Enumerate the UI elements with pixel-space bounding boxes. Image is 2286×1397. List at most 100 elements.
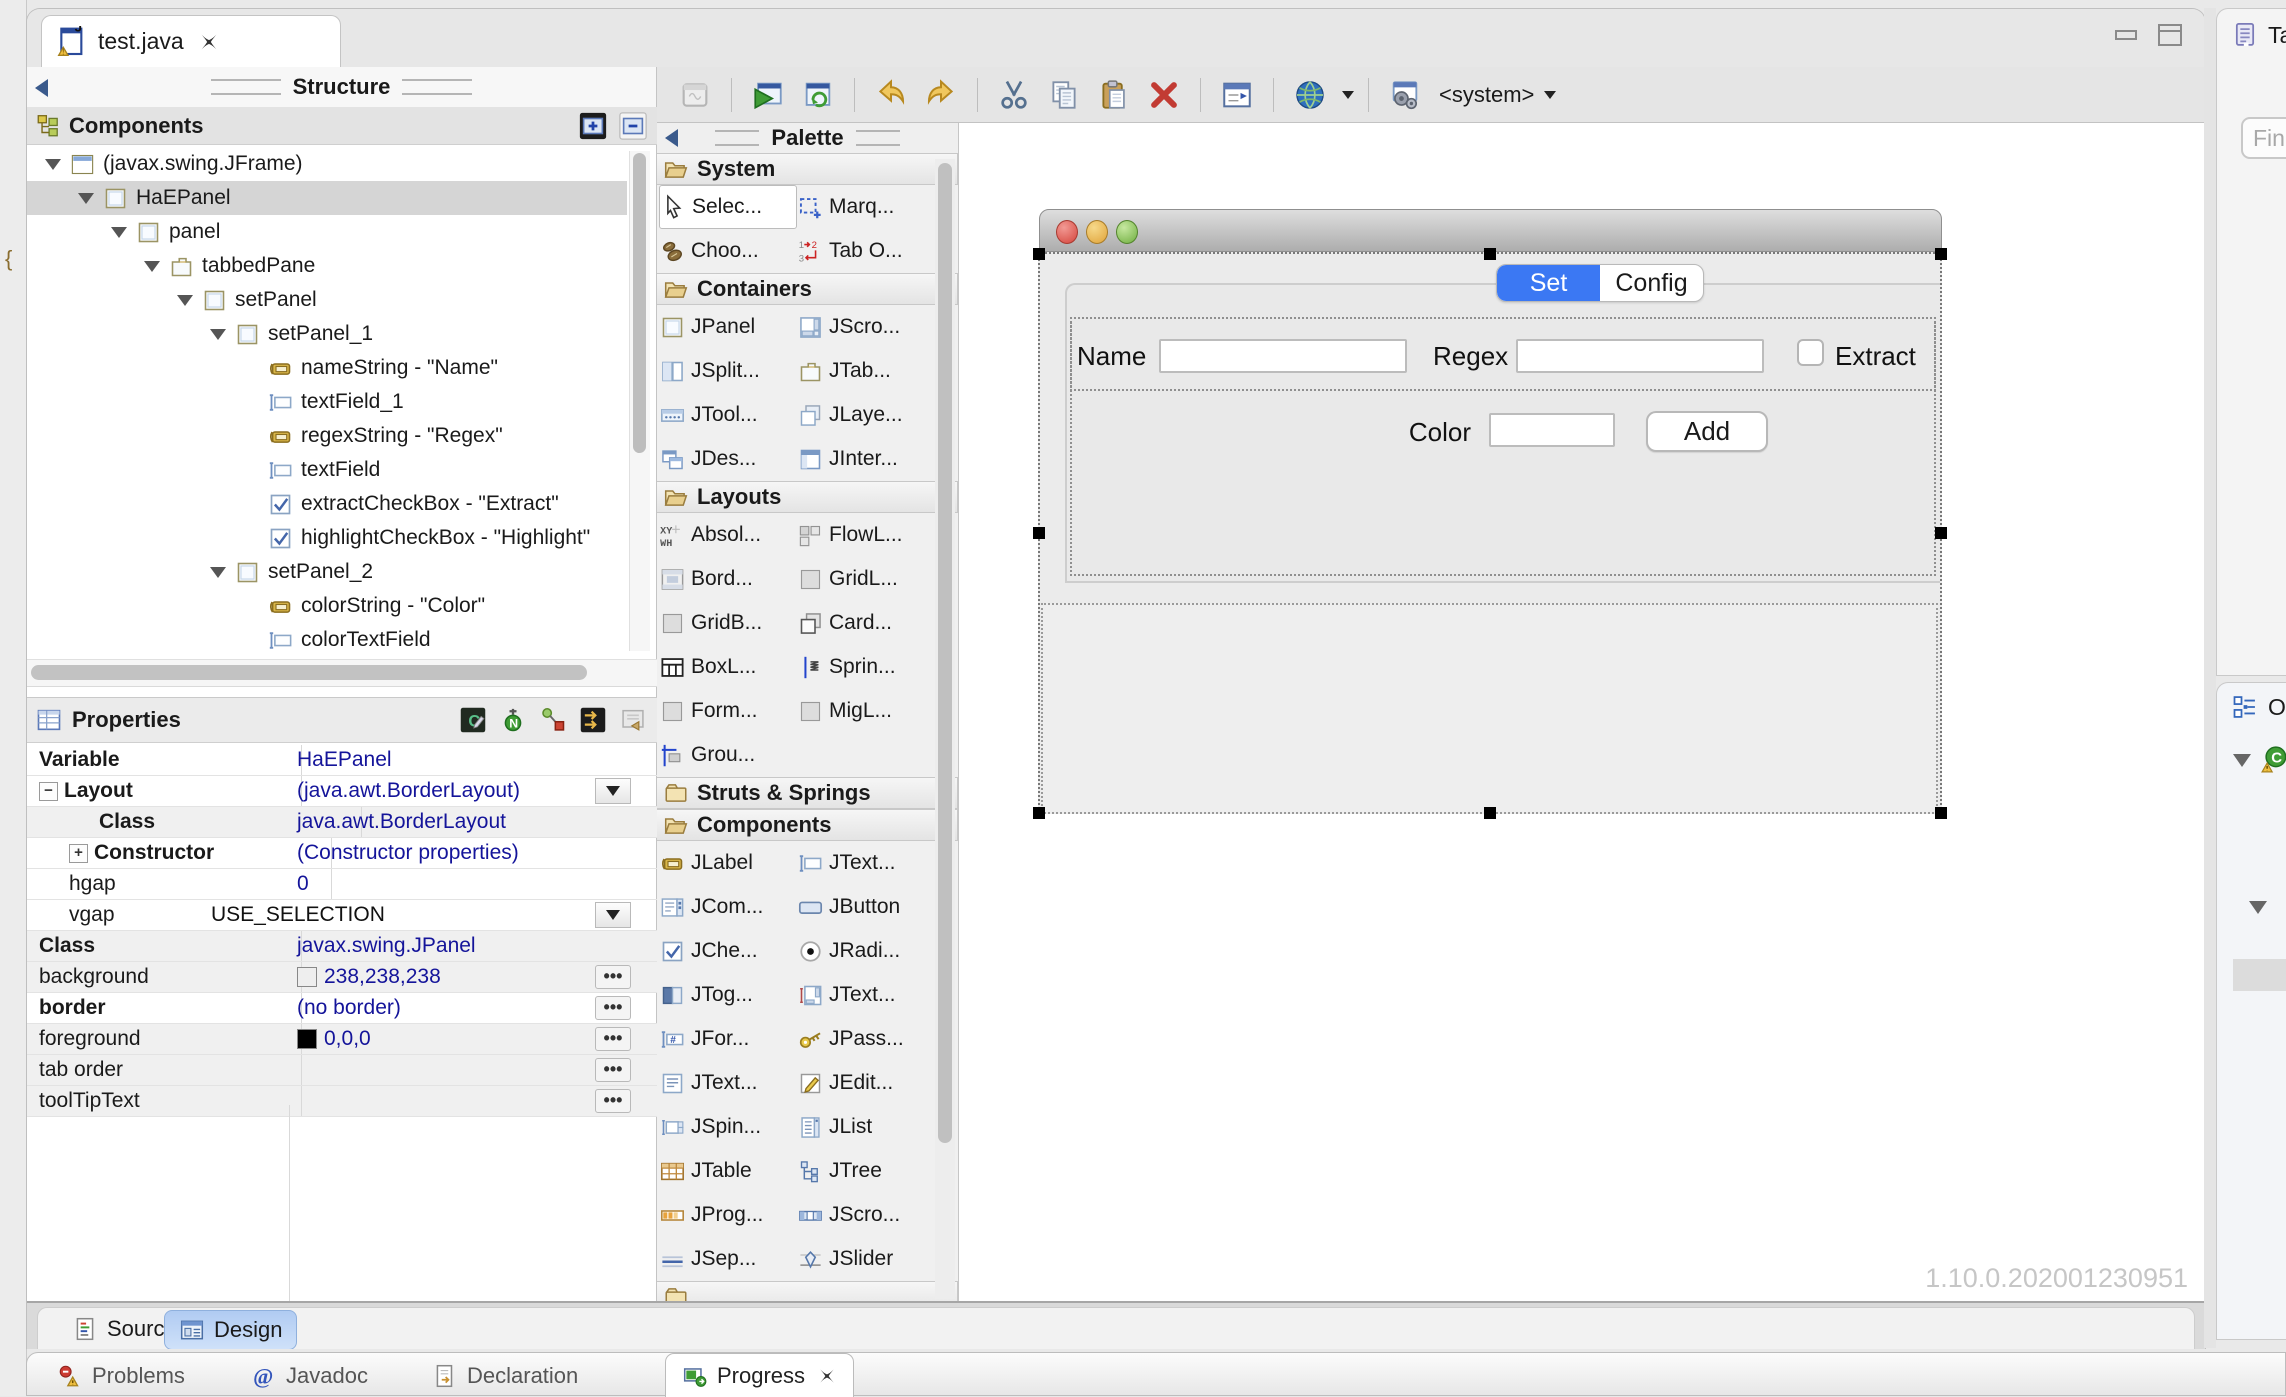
property-row[interactable]: Classjavax.swing.JPanel <box>27 931 657 962</box>
scrollbar-thumb[interactable] <box>938 163 952 1143</box>
palette-item[interactable]: Marq... <box>797 185 935 229</box>
palette-item[interactable]: XYWHAbsol... <box>659 513 797 557</box>
collapse-icon[interactable]: − <box>39 782 58 801</box>
property-row[interactable]: Classjava.awt.BorderLayout <box>27 807 657 838</box>
palette-item[interactable]: JTable <box>659 1149 797 1193</box>
palette-item[interactable]: JTab... <box>797 349 935 393</box>
ellipsis-button[interactable]: ••• <box>595 965 631 989</box>
copy-button[interactable] <box>1042 73 1086 117</box>
tab-set[interactable]: Set <box>1497 265 1600 301</box>
palette-section-header[interactable]: Struts & Springs <box>657 777 958 809</box>
palette-item[interactable]: JEdit... <box>797 1061 935 1105</box>
palette-item[interactable]: JPanel <box>659 305 797 349</box>
expand-icon[interactable]: + <box>69 844 88 863</box>
palette-item[interactable]: JSep... <box>659 1237 797 1281</box>
drag-grip[interactable] <box>402 79 472 95</box>
palette-item[interactable]: JList <box>797 1105 935 1149</box>
refresh-button[interactable] <box>796 73 840 117</box>
palette-item[interactable]: Card... <box>797 601 935 645</box>
property-value[interactable]: java.awt.BorderLayout <box>289 807 597 837</box>
expander-icon[interactable] <box>78 193 94 204</box>
property-value[interactable]: 0 <box>289 869 597 899</box>
palette-item[interactable]: Choo... <box>659 229 797 273</box>
palette-item[interactable]: JSpin... <box>659 1105 797 1149</box>
palette-item[interactable]: JTool... <box>659 393 797 437</box>
tree-vertical-scrollbar[interactable] <box>629 151 650 651</box>
view-tab-progress[interactable]: Progress <box>665 1353 854 1397</box>
palette-item[interactable]: JButton <box>797 885 935 929</box>
tree-item[interactable]: HaEPanel <box>27 181 627 215</box>
palette-item[interactable]: FlowL... <box>797 513 935 557</box>
locale-button[interactable] <box>1288 73 1332 117</box>
property-value[interactable] <box>289 1086 597 1116</box>
paste-button[interactable] <box>1092 73 1136 117</box>
palette-item[interactable]: GridL... <box>797 557 935 601</box>
ellipsis-button[interactable]: ••• <box>595 1058 631 1082</box>
look-and-feel-button[interactable] <box>1383 73 1427 117</box>
palette-item[interactable]: JCom... <box>659 885 797 929</box>
show-events-icon[interactable]: C <box>457 705 489 735</box>
palette-section-header[interactable]: System <box>657 153 958 185</box>
tree-item[interactable]: extractCheckBox - "Extract" <box>27 487 627 521</box>
palette-section-header[interactable]: Layouts <box>657 481 958 513</box>
design-canvas[interactable]: Set Config Name Regex Extract Color Add … <box>959 123 2205 1301</box>
chevron-down-icon[interactable] <box>1342 91 1354 99</box>
palette-item[interactable]: Grou... <box>659 733 797 777</box>
close-icon[interactable] <box>817 1366 837 1386</box>
property-value[interactable] <box>289 1055 597 1085</box>
color-input[interactable] <box>1489 413 1615 447</box>
test-dialog-button[interactable] <box>673 73 717 117</box>
property-row[interactable]: −Layout(java.awt.BorderLayout) <box>27 776 657 807</box>
property-row[interactable]: hgap0 <box>27 869 657 900</box>
drag-grip[interactable] <box>856 130 900 146</box>
view-tab-javadoc[interactable]: @Javadoc <box>251 1359 368 1393</box>
maximize-icon[interactable] <box>2155 23 2185 47</box>
property-row[interactable]: toolTipText••• <box>27 1086 657 1117</box>
palette-item[interactable]: GridB... <box>659 601 797 645</box>
palette-item[interactable]: JScro... <box>797 305 935 349</box>
tree-item[interactable]: textField_1 <box>27 385 627 419</box>
palette-item[interactable]: JText... <box>797 973 935 1017</box>
expander-icon[interactable] <box>111 227 127 238</box>
expander-icon[interactable] <box>2249 901 2267 914</box>
selection-handle[interactable] <box>1935 807 1947 819</box>
selection-handle[interactable] <box>1033 807 1045 819</box>
south-empty-panel[interactable] <box>1041 603 1938 814</box>
selection-handle[interactable] <box>1935 527 1947 539</box>
collapse-left-icon[interactable] <box>35 79 48 97</box>
selection-handle[interactable] <box>1033 527 1045 539</box>
property-row[interactable]: tab order••• <box>27 1055 657 1086</box>
palette-item[interactable]: BoxL... <box>659 645 797 689</box>
palette-item[interactable]: Sprin... <box>797 645 935 689</box>
externalize-strings-button[interactable] <box>1215 73 1259 117</box>
view-tab-problems[interactable]: Problems <box>57 1359 185 1393</box>
palette-item[interactable]: JLaye... <box>797 393 935 437</box>
palette-item[interactable]: JText... <box>659 1061 797 1105</box>
property-value[interactable]: javax.swing.JPanel <box>289 931 597 961</box>
expander-icon[interactable] <box>2233 754 2251 767</box>
property-row[interactable]: vgapUSE_SELECTION <box>27 900 657 931</box>
palette-item[interactable]: 123Tab O... <box>797 229 935 273</box>
tab-tasks[interactable]: Ta <box>2231 21 2286 49</box>
property-row[interactable]: border(no border)••• <box>27 993 657 1024</box>
tree-item[interactable]: nameString - "Name" <box>27 351 627 385</box>
property-row[interactable]: background238,238,238••• <box>27 962 657 993</box>
property-value[interactable]: USE_SELECTION <box>203 900 597 930</box>
name-input[interactable] <box>1159 339 1407 373</box>
property-value[interactable]: (Constructor properties) <box>289 838 597 868</box>
tree-item[interactable]: panel <box>27 215 627 249</box>
palette-item[interactable]: JSlider <box>797 1237 935 1281</box>
collapse-left-icon[interactable] <box>665 129 678 147</box>
palette-item[interactable]: JTree <box>797 1149 935 1193</box>
palette-item[interactable]: JRadi... <box>797 929 935 973</box>
selection-handle[interactable] <box>1935 248 1947 260</box>
expander-icon[interactable] <box>210 567 226 578</box>
palette-scrollbar[interactable] <box>935 159 955 1299</box>
dropdown-button[interactable] <box>595 902 631 928</box>
ellipsis-button[interactable]: ••• <box>595 1089 631 1113</box>
drag-grip[interactable] <box>211 79 281 95</box>
collapse-all-icon[interactable] <box>617 111 649 141</box>
palette-header[interactable]: Palette <box>657 123 958 153</box>
property-value[interactable]: HaEPanel <box>289 745 597 775</box>
palette-item[interactable]: JPass... <box>797 1017 935 1061</box>
